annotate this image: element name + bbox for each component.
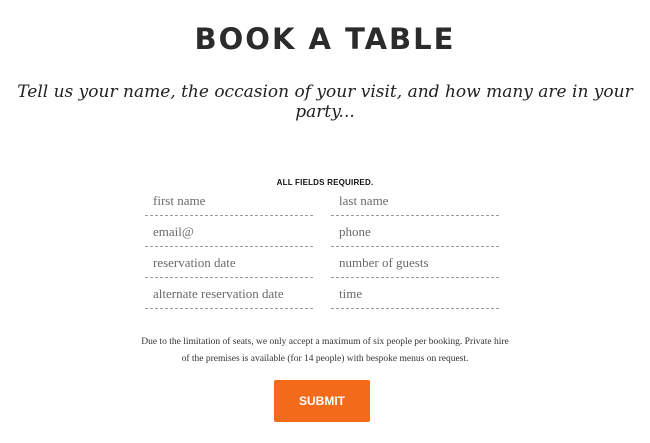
first-name-field[interactable] bbox=[145, 190, 313, 216]
reservation-date-field[interactable] bbox=[145, 252, 313, 278]
time-field[interactable] bbox=[331, 283, 499, 309]
page-subtitle: Tell us your name, the occasion of your … bbox=[17, 82, 633, 122]
submit-button[interactable]: SUBMIT bbox=[274, 380, 370, 422]
alternate-reservation-date-field[interactable] bbox=[145, 283, 313, 309]
last-name-field[interactable] bbox=[331, 190, 499, 216]
number-of-guests-field[interactable] bbox=[331, 252, 499, 278]
email-field[interactable] bbox=[145, 221, 313, 247]
booking-limit-notice: Due to the limitation of seats, we only … bbox=[141, 337, 509, 364]
phone-field[interactable] bbox=[331, 221, 499, 247]
page-title: BOOK A TABLE bbox=[194, 22, 456, 56]
required-fields-note: ALL FIELDS REQUIRED. bbox=[276, 178, 374, 187]
